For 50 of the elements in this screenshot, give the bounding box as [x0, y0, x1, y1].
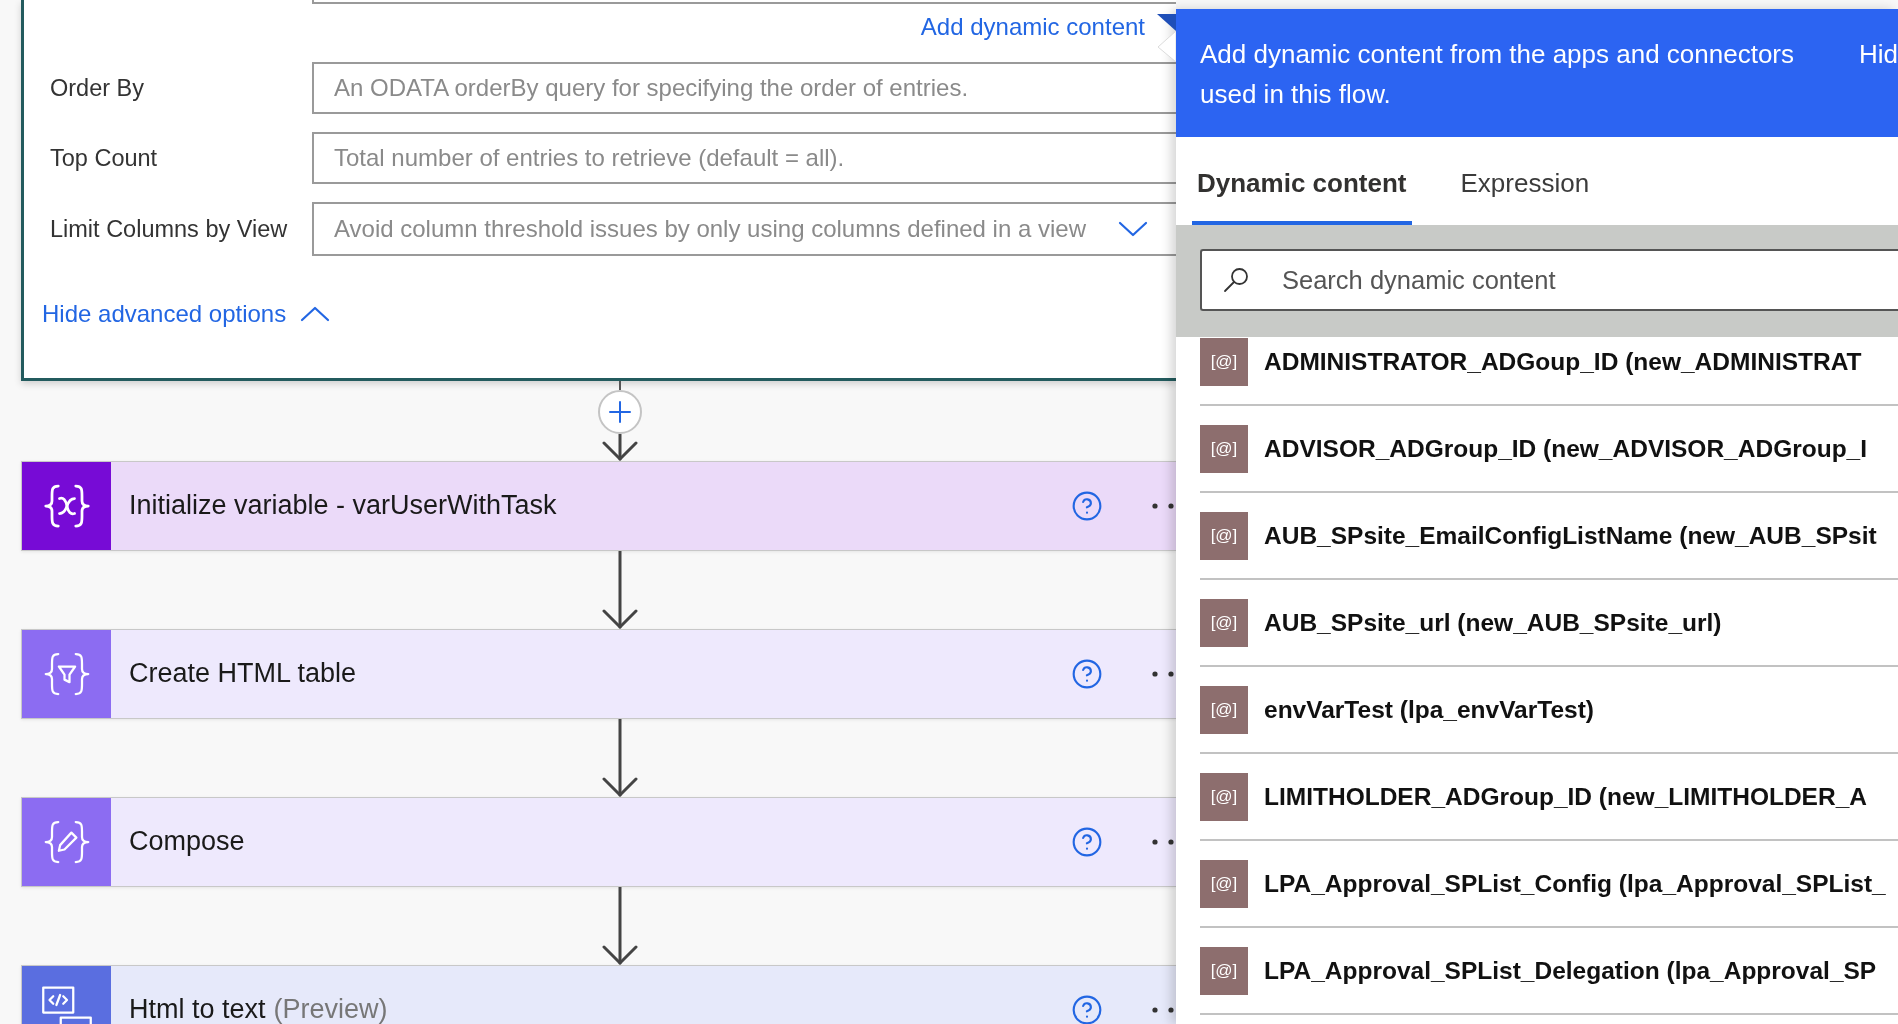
input-field[interactable]: Total number of entries to retrieve (default = all).: [312, 132, 1176, 184]
token-badge: [@]: [1200, 337, 1248, 386]
add-dynamic-content-link[interactable]: Add dynamic content: [920, 13, 1145, 41]
field-label: Limit Columns by View: [50, 215, 289, 243]
token-badge: [@]: [1200, 946, 1248, 995]
help-icon[interactable]: [1071, 658, 1103, 690]
dynamic-content-item[interactable]: LPA_Approval_SPList_Delegation (lpa_Approval_SP: [1264, 956, 1877, 985]
more-options-icon[interactable]: [1152, 671, 1174, 677]
more-options-icon[interactable]: [1152, 839, 1174, 845]
dynamic-content-item[interactable]: LIMITHOLDER_ADGroup_ID (new_LIMITHOLDER_A: [1264, 782, 1867, 811]
help-icon[interactable]: [1071, 490, 1103, 522]
action-card[interactable]: Initialize variable - varUserWithTask: [21, 461, 1176, 551]
dynamic-content-item[interactable]: ADMINISTRATOR_ADGoup_ID (new_ADMINISTRAT: [1264, 347, 1862, 376]
action-title: Compose: [129, 826, 245, 858]
action-title: Create HTML table: [129, 658, 357, 690]
tab[interactable]: Expression: [1455, 137, 1595, 225]
dynamic-content-item[interactable]: AUB_SPsite_EmailConfigListName (new_AUB_SPsit: [1264, 521, 1877, 550]
help-icon[interactable]: [1071, 826, 1103, 858]
field-label: Order By: [50, 74, 146, 102]
more-options-icon[interactable]: [1152, 503, 1174, 509]
token-badge: [@]: [1200, 772, 1248, 821]
search-icon: [1223, 267, 1249, 293]
dropdown-field[interactable]: Avoid column threshold issues by only using columns defined in a view: [312, 202, 1176, 256]
help-icon[interactable]: [1071, 994, 1103, 1024]
hide-advanced-options-link[interactable]: Hide advanced options: [42, 300, 331, 328]
token-badge: [@]: [1200, 511, 1248, 560]
banner-text: Add dynamic content from the apps and connectors used in this flow.: [1200, 38, 1795, 111]
action-title: Html to text: [129, 994, 266, 1024]
field-label: Top Count: [50, 144, 159, 172]
more-options-icon[interactable]: [1152, 1007, 1174, 1013]
search-field[interactable]: Search dynamic content: [1200, 249, 1898, 311]
action-card[interactable]: Create HTML table: [21, 629, 1176, 719]
token-badge: [@]: [1200, 685, 1248, 734]
token-badge: [@]: [1200, 598, 1248, 647]
preview-label: (Preview): [273, 994, 388, 1024]
dynamic-content-item[interactable]: LPA_Approval_SPList_Config (lpa_Approval_SPList_: [1264, 869, 1886, 898]
token-badge: [@]: [1200, 859, 1248, 908]
dynamic-content-item[interactable]: AUB_SPsite_url (new_AUB_SPsite_url): [1264, 608, 1722, 637]
add-step-button[interactable]: [598, 390, 642, 434]
input-field[interactable]: An ODATA orderBy query for specifying the order of entries.: [312, 62, 1176, 114]
dynamic-content-item[interactable]: envVarTest (lpa_envVarTest): [1264, 695, 1594, 724]
dynamic-content-item[interactable]: ADVISOR_ADGroup_ID (new_ADVISOR_ADGroup_I: [1264, 434, 1868, 463]
hide-link[interactable]: Hid: [1859, 34, 1898, 74]
action-card[interactable]: Compose: [21, 797, 1176, 887]
action-card[interactable]: Html to text (Preview): [21, 965, 1176, 1024]
plus-icon: [609, 401, 631, 423]
input-field[interactable]: [312, 0, 1176, 4]
chevron-down-icon: [1118, 221, 1148, 237]
token-badge: [@]: [1200, 424, 1248, 473]
action-title: Initialize variable - varUserWithTask: [129, 490, 557, 522]
